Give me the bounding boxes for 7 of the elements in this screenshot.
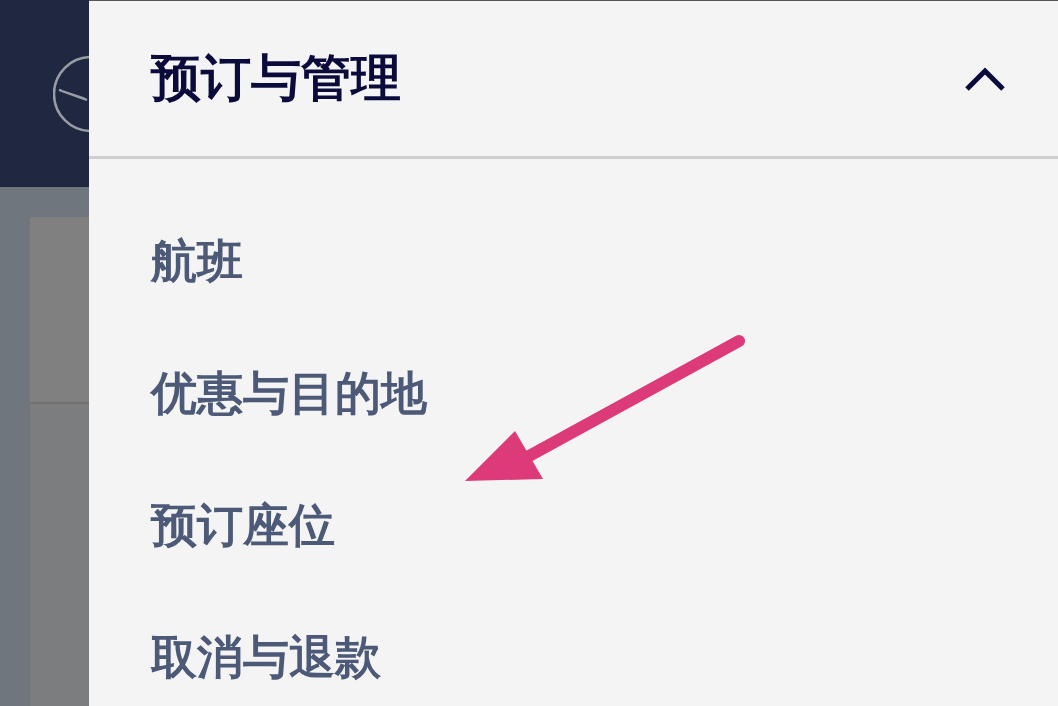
collapse-icon[interactable] (964, 65, 1006, 92)
menu-item[interactable]: 航班 (151, 226, 243, 296)
menu-item[interactable]: 优惠与目的地 (151, 358, 427, 428)
logo-icon (53, 53, 89, 134)
menu-title: 预订与管理 (151, 48, 401, 109)
menu-item[interactable]: 取消与退款 (151, 622, 381, 692)
menu-item[interactable]: 预订座位 (151, 490, 335, 560)
